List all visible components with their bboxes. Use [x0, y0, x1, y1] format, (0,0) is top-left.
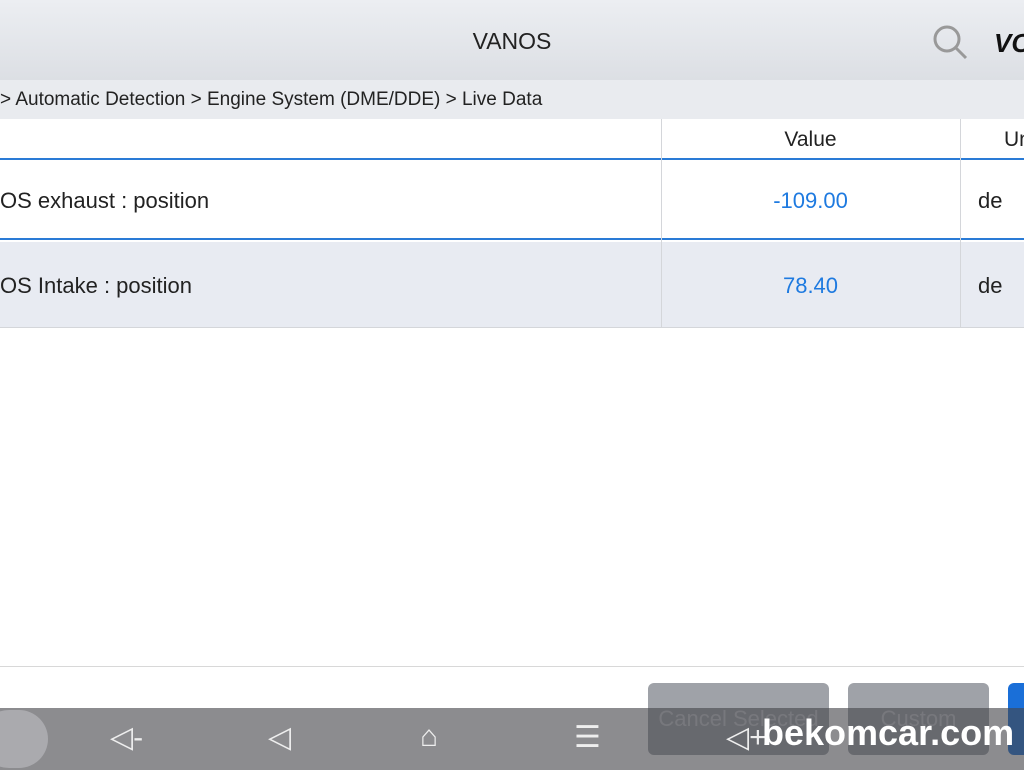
header: VANOS VO	[0, 0, 1024, 80]
table-row[interactable]: OS Intake : position 78.40 de	[0, 242, 1024, 328]
home-icon[interactable]: ⌂	[420, 720, 438, 754]
column-divider	[661, 119, 662, 328]
back-icon[interactable]: ◁	[268, 720, 291, 755]
row-value: -109.00	[773, 188, 848, 213]
row-unit: de	[978, 273, 1003, 298]
menu-icon[interactable]: ☰	[574, 720, 601, 755]
column-unit: Un	[1004, 128, 1024, 151]
volume-down-icon[interactable]: ◁-	[110, 720, 143, 755]
row-unit: de	[978, 188, 1003, 213]
row-name: OS exhaust : position	[0, 188, 210, 213]
watermark: bekomcar.com	[762, 712, 1015, 753]
row-value: 78.40	[782, 273, 839, 298]
column-divider	[960, 119, 961, 328]
search-icon[interactable]	[930, 22, 970, 62]
row-name: OS Intake : position	[0, 273, 192, 298]
table-row[interactable]: OS exhaust : position -109.00 de	[0, 161, 1024, 240]
nav-pill[interactable]	[0, 710, 48, 768]
page-title: VANOS	[472, 28, 552, 54]
column-value: Value	[784, 128, 837, 151]
table-header: Value Un	[0, 119, 1024, 160]
brand-logo: VO	[994, 28, 1024, 58]
breadcrumb: > Automatic Detection > Engine System (D…	[0, 80, 1024, 119]
footer-divider	[0, 666, 1024, 667]
volume-up-icon[interactable]: ◁+	[726, 720, 767, 755]
